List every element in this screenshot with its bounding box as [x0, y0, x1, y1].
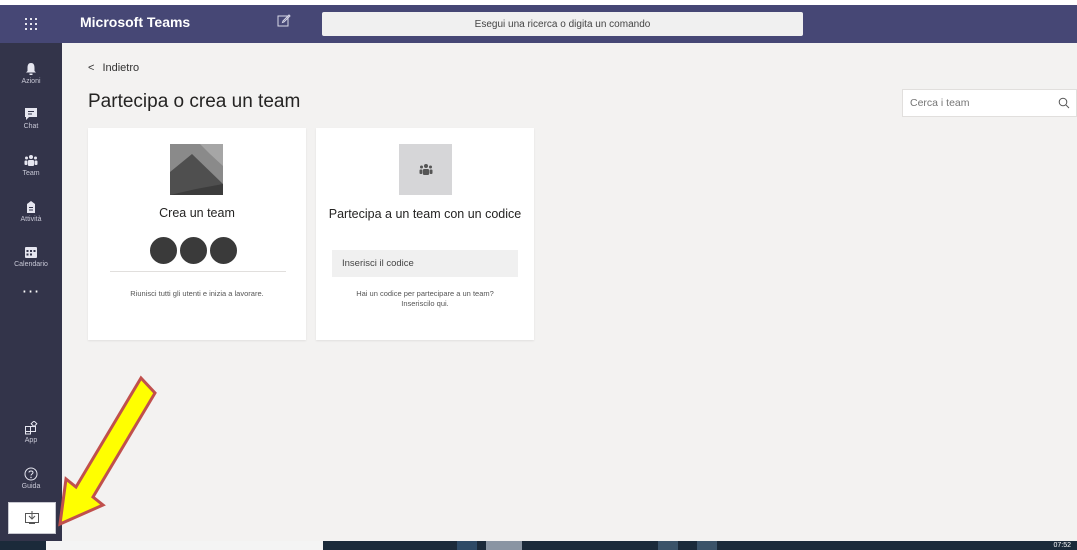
- rail-item-chat[interactable]: Chat: [0, 96, 62, 140]
- create-team-description: Riunisci tutti gli utenti e inizia a lav…: [130, 289, 264, 298]
- rail-label: Calendario: [14, 260, 48, 268]
- join-description-line: Inseriscilo qui.: [401, 299, 449, 308]
- calendar-icon: [25, 246, 37, 258]
- app-title: Microsoft Teams: [80, 14, 191, 30]
- teams-icon: [24, 154, 38, 166]
- search-icon[interactable]: [1058, 97, 1070, 109]
- back-label: Indietro: [102, 62, 140, 74]
- avatar: [178, 235, 209, 266]
- download-icon: [25, 511, 39, 524]
- card-divider: [110, 271, 286, 272]
- rail-item-app[interactable]: App: [0, 410, 62, 454]
- assignments-icon: [27, 200, 35, 213]
- download-mobile-app-button[interactable]: [8, 502, 56, 534]
- rail-label: Guida: [21, 482, 41, 490]
- command-search-box[interactable]: Esegui una ricerca o digita un comando: [322, 12, 803, 36]
- app-bar: Azioni Chat Team Attività Calendario ···…: [0, 43, 62, 550]
- taskbar-app-button[interactable]: [697, 541, 717, 550]
- taskbar-app-button[interactable]: [486, 541, 522, 550]
- create-team-title: Crea un team: [159, 206, 235, 220]
- rail-label: Chat: [23, 122, 39, 130]
- avatar-group: [148, 235, 248, 266]
- back-link[interactable]: < Indietro: [88, 62, 139, 74]
- rail-item-guida[interactable]: Guida: [0, 456, 62, 500]
- rail-item-team[interactable]: Team: [0, 143, 62, 187]
- taskbar-app-button[interactable]: [457, 541, 477, 550]
- team-placeholder-image-icon: [170, 144, 223, 195]
- rail-label: App: [24, 436, 38, 444]
- team-search-input[interactable]: [910, 97, 1030, 109]
- chat-icon: [25, 107, 37, 120]
- rail-item-attivita[interactable]: Attività: [0, 189, 62, 233]
- compose-icon: [277, 14, 291, 27]
- create-team-card[interactable]: Crea un team Riunisci tutti gli utenti e…: [88, 128, 306, 340]
- rail-item-azioni[interactable]: Azioni: [0, 51, 62, 95]
- help-icon: [24, 467, 38, 480]
- join-team-image: [399, 144, 452, 195]
- team-search-box[interactable]: [902, 89, 1077, 117]
- taskbar-app-button[interactable]: [658, 541, 678, 550]
- app-launcher-button[interactable]: [0, 5, 62, 43]
- team-code-input[interactable]: [332, 250, 518, 277]
- new-chat-button[interactable]: [277, 12, 295, 30]
- apps-icon: [25, 420, 38, 434]
- rail-label: Azioni: [21, 77, 41, 85]
- join-team-title: Partecipa a un team con un codice: [328, 207, 522, 221]
- teams-icon: [419, 163, 432, 175]
- join-team-card: Partecipa a un team con un codice Hai un…: [316, 128, 534, 340]
- taskbar-clock: 07:52: [1053, 542, 1071, 549]
- chevron-left-icon: <: [88, 62, 95, 74]
- join-description-line: Hai un codice per partecipare a un team?: [356, 289, 494, 298]
- more-apps-button[interactable]: ···: [0, 282, 62, 301]
- waffle-icon: [25, 18, 37, 30]
- avatar: [208, 235, 239, 266]
- rail-label: Team: [22, 169, 40, 177]
- avatar: [148, 235, 179, 266]
- page-title: Partecipa o crea un team: [88, 91, 301, 112]
- rail-item-calendario[interactable]: Calendario: [0, 234, 62, 278]
- join-team-description: Hai un codice per partecipare a un team?…: [316, 289, 534, 309]
- bell-icon: [26, 62, 36, 75]
- taskbar-search-box[interactable]: [46, 541, 323, 550]
- rail-label: Attività: [20, 215, 42, 223]
